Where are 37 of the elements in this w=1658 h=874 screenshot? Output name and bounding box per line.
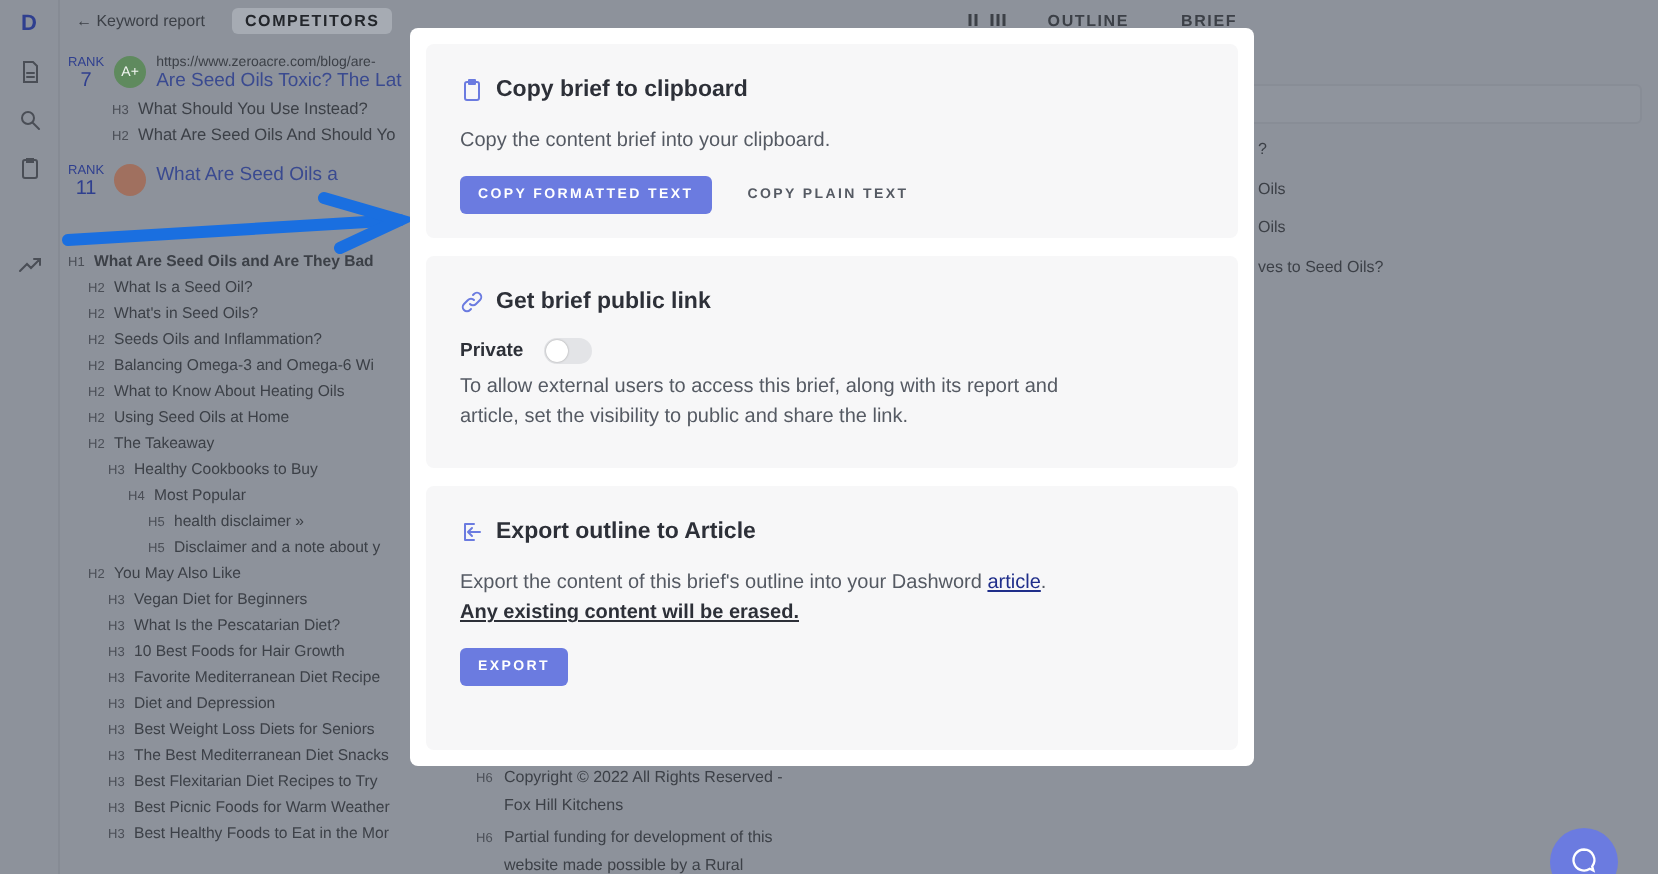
document-icon[interactable] xyxy=(17,60,41,84)
back-link[interactable]: ← Keyword report xyxy=(76,11,205,29)
competitor-title[interactable]: What Are Seed Oils a xyxy=(156,164,338,186)
nav-tab[interactable]: BRIEF xyxy=(1169,7,1250,33)
competitor-heading: What Should You Use Instead? xyxy=(138,96,368,122)
link-icon xyxy=(460,290,484,314)
visibility-toggle[interactable] xyxy=(543,338,592,364)
outline-heading[interactable]: Partial funding for development of this website made possible by a Rural xyxy=(504,824,806,874)
warning-text: Any existing content will be erased. xyxy=(460,600,799,628)
outline-heading[interactable]: ves to Seed Oils? xyxy=(1254,255,1642,280)
rank-number: 11 xyxy=(75,178,97,200)
article-link[interactable]: article xyxy=(987,572,1041,594)
outline-heading[interactable]: Copyright © 2022 All Rights Reserved - Fox Hill Kitchens xyxy=(504,764,806,820)
section-description: Copy the content brief into your clipboard. xyxy=(460,128,831,156)
chat-icon[interactable] xyxy=(1570,846,1598,874)
section-title: Export outline to Article xyxy=(496,520,756,544)
outline-heading[interactable]: Oils xyxy=(1254,216,1642,241)
outline-heading[interactable]: ? xyxy=(1254,138,1642,163)
app-logo[interactable]: D xyxy=(21,12,37,36)
section-description: Export the content of this brief's outline into your Dashword article. xyxy=(460,570,1047,598)
section-title: Copy brief to clipboard xyxy=(496,78,748,102)
clipboard-icon[interactable] xyxy=(17,156,41,180)
export-icon xyxy=(460,520,484,544)
section-description: To allow external users to access this brief, along with its report and article, set the visibility to public and share the link. xyxy=(460,374,1061,432)
toggle-label: Private xyxy=(460,340,524,362)
nav-tab[interactable]: COMPETITORS xyxy=(232,7,392,33)
search-icon[interactable] xyxy=(17,108,41,132)
rank-number: 7 xyxy=(80,70,92,92)
trend-icon[interactable] xyxy=(17,252,41,276)
competitor-title[interactable]: Are Seed Oils Toxic? The Lat xyxy=(156,70,402,92)
clipboard-icon xyxy=(460,78,484,102)
competitor-heading: What Are Seed Oils And Should Yo xyxy=(138,122,396,148)
avatar-circle xyxy=(114,164,147,196)
outline-heading[interactable]: Oils xyxy=(1254,177,1642,202)
section-title: Get brief public link xyxy=(496,290,711,314)
columns-icon[interactable] xyxy=(967,12,1008,28)
nav-tab[interactable]: OUTLINE xyxy=(1035,7,1142,33)
